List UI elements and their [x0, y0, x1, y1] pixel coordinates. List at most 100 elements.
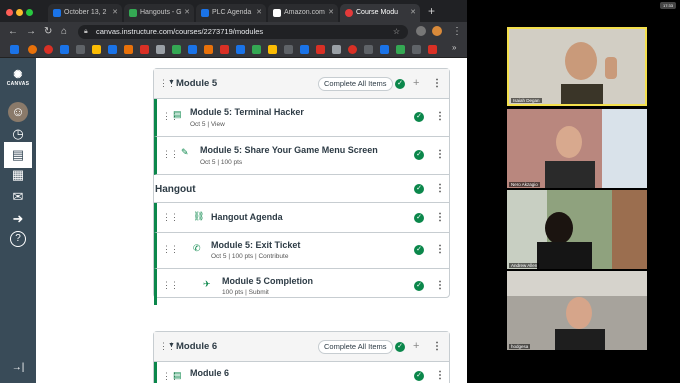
canvas-logo[interactable]: ✺ CANVAS — [5, 70, 31, 88]
new-tab-button[interactable]: + — [428, 4, 435, 18]
item-options-icon[interactable]: ⋮ — [435, 149, 445, 160]
back-arrow-icon[interactable]: ← — [8, 25, 18, 39]
bookmark-icon[interactable] — [348, 45, 357, 54]
bookmark-icon[interactable] — [428, 45, 437, 54]
bookmark-icon[interactable] — [284, 45, 293, 54]
bookmark-icon[interactable] — [10, 45, 19, 54]
maximize-window-button[interactable] — [26, 9, 33, 16]
bookmark-icon[interactable] — [268, 45, 277, 54]
item-title[interactable]: Module 5: Exit Ticket — [211, 240, 300, 250]
item-options-icon[interactable]: ⋮ — [435, 111, 445, 122]
complete-all-button[interactable]: Complete All Items — [318, 340, 393, 354]
reload-icon[interactable]: ↻ — [44, 25, 52, 39]
extensions-icon[interactable] — [416, 26, 426, 36]
browser-tab[interactable]: Hangouts - G ✕ — [124, 4, 194, 22]
bookmark-icon[interactable] — [188, 45, 197, 54]
call-clock: 17:33 — [659, 2, 676, 9]
drag-handle-icon[interactable]: ⋮⋮ — [162, 212, 179, 223]
bookmark-icon[interactable] — [332, 45, 341, 54]
module-item[interactable]: ⋮⋮ ▤ Module 5: Terminal Hacker Oct 5 | V… — [154, 99, 449, 137]
module-item[interactable]: ⋮⋮ ✎ Module 5: Share Your Game Menu Scre… — [154, 137, 449, 175]
bookmark-icon[interactable] — [316, 45, 325, 54]
profile-avatar-icon[interactable] — [432, 26, 442, 36]
bookmark-icon[interactable] — [140, 45, 149, 54]
item-title[interactable]: Module 5: Terminal Hacker — [190, 107, 304, 117]
drag-handle-icon[interactable]: ⋮⋮ — [162, 149, 179, 160]
participant-video-tile[interactable]: Isaiah Degan — [507, 27, 647, 106]
more-bookmarks-icon[interactable]: » — [452, 43, 456, 52]
completed-check-icon: ✓ — [414, 213, 424, 223]
item-options-icon[interactable]: ⋮ — [435, 370, 445, 381]
inbox-icon[interactable]: ✉ — [8, 187, 28, 207]
item-title[interactable]: Hangout Agenda — [211, 212, 283, 222]
module-item[interactable]: ⋮⋮ ✆ Module 5: Exit Ticket Oct 5 | 100 p… — [154, 233, 449, 269]
item-options-icon[interactable]: ⋮ — [435, 212, 445, 223]
tab-close-icon[interactable]: ✕ — [112, 4, 118, 22]
account-avatar-icon[interactable]: ☺ — [8, 102, 28, 122]
item-title[interactable]: Module 5 Completion — [222, 276, 313, 286]
calendar-icon[interactable]: ▦ — [8, 165, 28, 185]
browser-tab[interactable]: Amazon.com ✕ — [268, 4, 338, 22]
tab-close-icon[interactable]: ✕ — [256, 4, 262, 22]
home-icon[interactable]: ⌂ — [61, 25, 67, 39]
collapse-nav-icon[interactable]: →| — [8, 358, 28, 378]
bookmark-icon[interactable] — [252, 45, 261, 54]
browser-tab[interactable]: October 13, 2 ✕ — [48, 4, 122, 22]
add-item-icon[interactable]: + — [413, 340, 419, 352]
bookmark-icon[interactable] — [156, 45, 165, 54]
drag-handle-icon[interactable]: ⋮⋮ — [162, 244, 179, 255]
browser-tab-active[interactable]: Course Modu ✕ — [340, 4, 420, 22]
participant-video-tile[interactable]: Andrew Allen — [507, 190, 647, 269]
bookmark-icon[interactable] — [76, 45, 85, 54]
module-item[interactable]: ⋮⋮ ▤ Module 6 ✓ ⋮ — [154, 362, 449, 383]
commons-icon[interactable]: ➜ — [8, 209, 28, 229]
bookmark-icon[interactable] — [108, 45, 117, 54]
item-title[interactable]: Module 6 — [190, 368, 229, 378]
module-item[interactable]: ⋮⋮ ✈ Module 5 Completion 100 pts | Submi… — [154, 269, 449, 305]
module-item[interactable]: ⋮⋮ ⛓ Hangout Agenda ✓ ⋮ — [154, 203, 449, 233]
minimize-window-button[interactable] — [16, 9, 23, 16]
bookmark-icon[interactable] — [172, 45, 181, 54]
item-options-icon[interactable]: ⋮ — [435, 183, 445, 194]
participant-video-icon — [507, 109, 647, 188]
collapse-caret-icon[interactable]: ▼ — [168, 342, 175, 349]
bookmark-icon[interactable] — [60, 45, 69, 54]
tab-close-icon[interactable]: ✕ — [410, 4, 416, 22]
complete-all-button[interactable]: Complete All Items — [318, 77, 393, 91]
collapse-caret-icon[interactable]: ▼ — [168, 79, 175, 86]
tab-close-icon[interactable]: ✕ — [328, 4, 334, 22]
bookmark-icon[interactable] — [92, 45, 101, 54]
module-header[interactable]: ⋮⋮ ▼ Module 5 Complete All Items ✓ + ⋮ — [154, 69, 449, 99]
bookmark-icon[interactable] — [364, 45, 373, 54]
module-header[interactable]: ⋮⋮ ▼ Module 6 Complete All Items ✓ + ⋮ — [154, 332, 449, 362]
forward-arrow-icon[interactable]: → — [26, 25, 36, 39]
dashboard-icon[interactable]: ◷ — [8, 124, 28, 144]
item-options-icon[interactable]: ⋮ — [435, 244, 445, 255]
url-input[interactable]: 🔒︎ canvas.instructure.com/courses/227371… — [78, 25, 408, 39]
tab-favicon-icon — [53, 9, 61, 17]
bookmark-icon[interactable] — [44, 45, 53, 54]
browser-menu-icon[interactable]: ⋮ — [452, 25, 462, 39]
help-icon[interactable]: ? — [10, 231, 26, 247]
bookmark-icon[interactable] — [236, 45, 245, 54]
participant-video-tile[interactable]: Nero Akzagio — [507, 109, 647, 188]
bookmark-icon[interactable] — [412, 45, 421, 54]
item-title[interactable]: Module 5: Share Your Game Menu Screen — [200, 145, 378, 155]
bookmark-icon[interactable] — [220, 45, 229, 54]
bookmark-icon[interactable] — [28, 45, 37, 54]
bookmark-star-icon[interactable]: ☆ — [393, 25, 400, 39]
bookmark-icon[interactable] — [204, 45, 213, 54]
add-item-icon[interactable]: + — [413, 77, 419, 89]
participant-video-tile[interactable]: hodgesa — [507, 271, 647, 350]
browser-tab[interactable]: PLC Agenda ✕ — [196, 4, 266, 22]
tab-close-icon[interactable]: ✕ — [184, 4, 190, 22]
bookmark-icon[interactable] — [124, 45, 133, 54]
item-options-icon[interactable]: ⋮ — [435, 280, 445, 291]
drag-handle-icon[interactable]: ⋮⋮ — [162, 280, 179, 291]
close-window-button[interactable] — [6, 9, 13, 16]
module-options-icon[interactable]: ⋮ — [432, 78, 442, 89]
bookmark-icon[interactable] — [300, 45, 309, 54]
module-options-icon[interactable]: ⋮ — [432, 341, 442, 352]
bookmark-icon[interactable] — [396, 45, 405, 54]
bookmark-icon[interactable] — [380, 45, 389, 54]
